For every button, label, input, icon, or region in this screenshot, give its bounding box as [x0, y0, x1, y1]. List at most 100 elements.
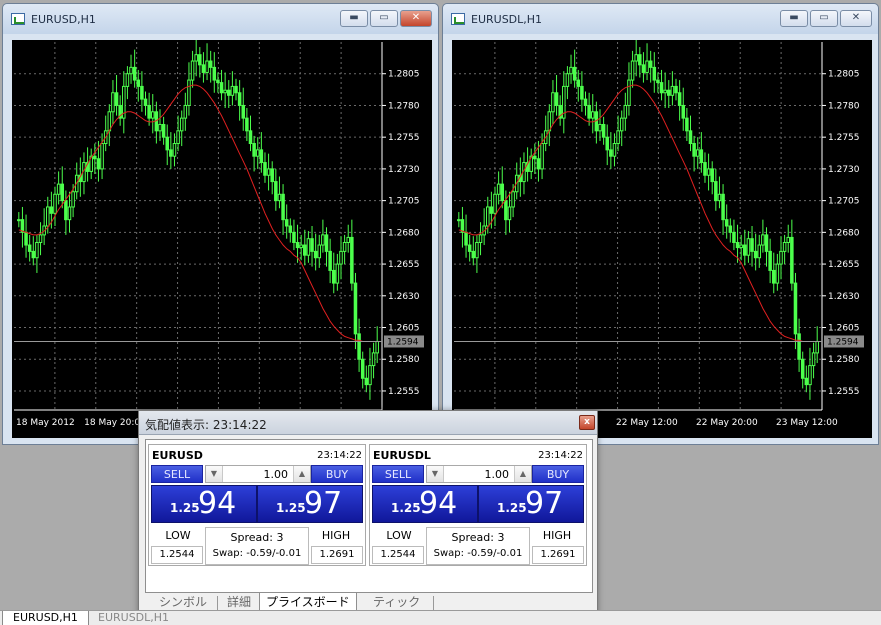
current-price-label: 1.2594: [827, 337, 859, 347]
buy-price[interactable]: 1.25 97: [257, 485, 363, 523]
sell-price[interactable]: 1.25 94: [372, 485, 478, 523]
spin-up-icon[interactable]: ▲: [514, 466, 531, 482]
candle-body: [695, 149, 700, 157]
candle-body: [129, 66, 133, 75]
moving-average-line: [18, 84, 378, 342]
candle-body: [601, 123, 606, 138]
candle-body: [194, 54, 198, 62]
price-chart[interactable]: 1.2805 1.2780 1.2755 1.2730 1.2705 1.2680 1.26…: [452, 40, 872, 438]
spin-down-icon[interactable]: ▼: [427, 466, 444, 482]
current-price-label: 1.2594: [387, 337, 419, 347]
candle-body: [219, 82, 224, 94]
market-watch-dialog[interactable]: 気配値表示: 23:14:22 x EURUSD 23:14:22 SELL ▼…: [138, 410, 598, 624]
candle-body: [17, 219, 21, 222]
candle-body: [750, 238, 754, 252]
time-tick-label: 22 May 20:00: [696, 418, 758, 428]
candle-body: [198, 54, 202, 66]
candle-body: [241, 104, 246, 119]
minimize-button[interactable]: ▬: [780, 10, 808, 27]
price-tick-label: 1.2580: [388, 355, 420, 365]
candle-body: [295, 241, 300, 249]
chart-window-icon: [11, 13, 25, 25]
candle-body: [797, 333, 801, 360]
buy-button[interactable]: BUY: [532, 465, 584, 483]
candle-body: [782, 241, 787, 252]
candle-body: [467, 244, 472, 252]
high-label: HIGH: [542, 529, 572, 542]
buy-button[interactable]: BUY: [311, 465, 363, 483]
candle-body: [652, 66, 657, 81]
candle-body: [53, 193, 57, 214]
candle-body: [35, 241, 39, 259]
candle-body: [500, 183, 505, 202]
candle-body: [169, 149, 173, 157]
spin-down-icon[interactable]: ▼: [206, 466, 223, 482]
candle-body: [623, 104, 628, 119]
candle-body: [284, 219, 289, 227]
panel-time: 23:14:22: [538, 450, 583, 461]
candle-body: [165, 136, 169, 151]
candle-body: [507, 206, 512, 221]
candle-body: [248, 130, 253, 145]
minimize-button[interactable]: ▬: [340, 10, 368, 27]
lot-stepper[interactable]: ▼ 1.00 ▲: [426, 465, 532, 483]
sell-button[interactable]: SELL: [372, 465, 424, 483]
candle-body: [790, 236, 794, 284]
chart-window-eurusd[interactable]: EURUSD,H1 ▬ ▭ ✕ 1.2805 1.2780 1.2755 1.2730…: [2, 3, 439, 445]
candle-body: [132, 66, 137, 81]
sell-button[interactable]: SELL: [151, 465, 203, 483]
spin-up-icon[interactable]: ▲: [293, 466, 310, 482]
price-chart[interactable]: 1.2805 1.2780 1.2755 1.2730 1.2705 1.2680 1.26…: [12, 40, 432, 438]
candle-body: [609, 149, 613, 157]
candle-body: [739, 244, 743, 249]
candle-body: [321, 234, 325, 246]
candle-body: [605, 136, 609, 151]
candle-body: [735, 241, 740, 249]
candle-body: [471, 250, 476, 259]
candle-body: [569, 66, 573, 75]
market-watch-titlebar[interactable]: 気配値表示: 23:14:22 x: [139, 411, 597, 435]
candle-body: [371, 352, 376, 367]
chart-window-title: EURUSDL,H1: [471, 13, 543, 26]
candle-body: [724, 219, 729, 227]
tab-eurusd-h1[interactable]: EURUSD,H1: [2, 611, 89, 625]
close-button[interactable]: ✕: [840, 10, 872, 27]
candle-body: [685, 117, 689, 132]
close-button[interactable]: ✕: [400, 10, 432, 27]
buy-price[interactable]: 1.25 97: [478, 485, 584, 523]
tab-eurusdl-h1[interactable]: EURUSDL,H1: [88, 611, 179, 625]
candle-body: [478, 234, 483, 243]
low-label: LOW: [386, 529, 412, 542]
close-icon[interactable]: x: [579, 415, 595, 430]
candle-body: [335, 263, 340, 284]
time-tick-label: 18 May 20:00: [84, 418, 146, 428]
candle-body: [281, 193, 285, 221]
buy-price-prefix: 1.25: [276, 501, 306, 515]
lot-stepper[interactable]: ▼ 1.00 ▲: [205, 465, 311, 483]
sell-price-prefix: 1.25: [170, 501, 200, 515]
lot-value[interactable]: 1.00: [485, 468, 510, 481]
price-tick-label: 1.2630: [828, 292, 860, 302]
candle-body: [779, 250, 783, 265]
chart-window-eurusdl[interactable]: EURUSDL,H1 ▬ ▭ ✕ 1.2805 1.2780 1.2755 1.273…: [442, 3, 879, 445]
candle-body: [775, 263, 780, 284]
candle-body: [496, 183, 501, 195]
maximize-button[interactable]: ▭: [370, 10, 398, 27]
buy-price-pips: 97: [304, 486, 343, 521]
sell-price[interactable]: 1.25 94: [151, 485, 257, 523]
sell-price-pips: 94: [198, 486, 237, 521]
chart-window-titlebar[interactable]: EURUSD,H1 ▬ ▭ ✕: [3, 4, 438, 34]
chart-window-titlebar[interactable]: EURUSDL,H1 ▬ ▭ ✕: [443, 4, 878, 34]
candle-body: [703, 162, 707, 176]
candle-body: [710, 168, 714, 183]
lot-value[interactable]: 1.00: [264, 468, 289, 481]
chart-window-title: EURUSD,H1: [31, 13, 96, 26]
candle-body: [38, 234, 43, 243]
candle-body: [565, 73, 570, 87]
candle-body: [201, 64, 206, 73]
price-tick-label: 1.2755: [828, 133, 860, 143]
buy-price-pips: 97: [525, 486, 564, 521]
candle-body: [768, 250, 772, 271]
candle-body: [536, 158, 541, 170]
maximize-button[interactable]: ▭: [810, 10, 838, 27]
